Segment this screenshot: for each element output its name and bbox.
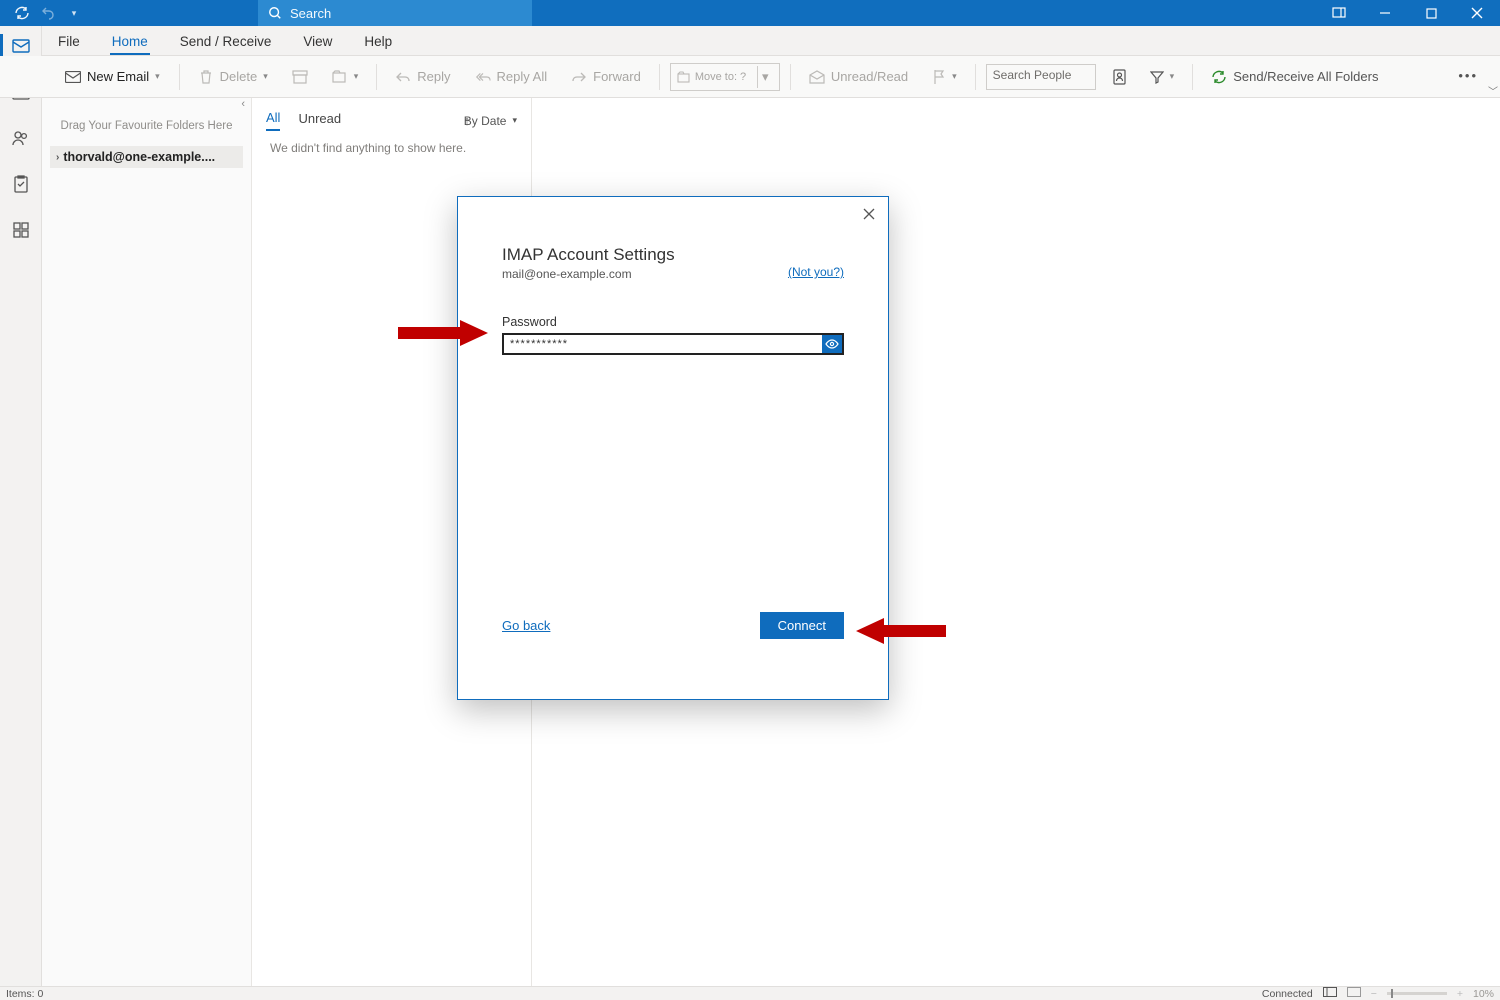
send-receive-all-button[interactable]: Send/Receive All Folders xyxy=(1203,65,1386,89)
zoom-in-button[interactable]: + xyxy=(1457,988,1463,1000)
left-nav-rail xyxy=(0,26,42,986)
zoom-out-button[interactable]: − xyxy=(1371,988,1377,1000)
global-search[interactable]: Search xyxy=(258,0,532,26)
reply-all-icon xyxy=(475,69,491,85)
zoom-slider[interactable] xyxy=(1387,992,1447,995)
forward-label: Forward xyxy=(593,69,641,84)
flag-button[interactable]: ▾ xyxy=(924,65,965,89)
menu-bar: File Home Send / Receive View Help xyxy=(0,26,1500,56)
password-input[interactable] xyxy=(504,335,822,353)
folder-pane: ‹ Drag Your Favourite Folders Here › tho… xyxy=(42,98,252,986)
unread-read-label: Unread/Read xyxy=(831,69,908,84)
reply-all-button[interactable]: Reply All xyxy=(467,65,556,89)
sync-icon[interactable] xyxy=(14,5,30,21)
search-people-placeholder: Search People xyxy=(993,68,1072,82)
rail-tasks[interactable] xyxy=(7,170,35,198)
forward-button[interactable]: Forward xyxy=(563,65,649,89)
password-field-wrap xyxy=(502,333,844,355)
favorites-hint: Drag Your Favourite Folders Here xyxy=(42,110,251,142)
delete-label: Delete xyxy=(220,69,258,84)
ribbon-overflow-button[interactable]: ••• xyxy=(1458,68,1478,83)
archive-button[interactable] xyxy=(284,66,316,88)
tab-all[interactable]: All xyxy=(266,110,280,131)
reply-icon xyxy=(395,69,411,85)
filter-button[interactable]: ▾ xyxy=(1142,66,1183,88)
dialog-title: IMAP Account Settings xyxy=(502,245,844,265)
status-connected: Connected xyxy=(1262,988,1313,1000)
view-reading-icon[interactable] xyxy=(1347,987,1361,1000)
menu-view[interactable]: View xyxy=(301,28,334,55)
envelope-open-icon xyxy=(809,69,825,85)
quick-access-dropdown-icon[interactable]: ▾ xyxy=(66,5,82,21)
collapse-ribbon-button[interactable]: ﹀ xyxy=(1488,83,1498,98)
collapse-folder-pane[interactable]: ‹ xyxy=(42,98,251,110)
undo-icon[interactable] xyxy=(40,5,56,21)
close-button[interactable] xyxy=(1454,0,1500,26)
new-email-label: New Email xyxy=(87,69,149,84)
search-placeholder: Search xyxy=(290,6,331,21)
chevron-down-icon: ▾ xyxy=(1170,71,1175,82)
chevron-down-icon: ▾ xyxy=(952,71,957,82)
not-you-link[interactable]: (Not you?) xyxy=(788,265,844,279)
account-node[interactable]: › thorvald@one-example.... xyxy=(50,146,243,168)
chevron-down-icon: ▾ xyxy=(155,71,160,82)
unread-read-button[interactable]: Unread/Read xyxy=(801,65,916,89)
tab-unread[interactable]: Unread xyxy=(298,111,341,130)
empty-list-message: We didn't find anything to show here. xyxy=(266,131,517,165)
rail-people[interactable] xyxy=(7,124,35,152)
chevron-down-icon: ▾ xyxy=(263,71,268,82)
delete-button[interactable]: Delete ▾ xyxy=(190,65,276,89)
menu-help[interactable]: Help xyxy=(362,28,394,55)
account-label: thorvald@one-example.... xyxy=(63,150,215,164)
chevron-down-icon[interactable]: ▾ xyxy=(757,66,773,88)
imap-settings-dialog: IMAP Account Settings mail@one-example.c… xyxy=(457,196,889,700)
menu-home[interactable]: Home xyxy=(110,28,150,55)
mail-icon xyxy=(65,69,81,85)
reveal-password-button[interactable] xyxy=(822,335,842,353)
send-receive-all-label: Send/Receive All Folders xyxy=(1233,69,1378,84)
zoom-value: 10% xyxy=(1473,988,1494,1000)
title-bar: ▾ Search xyxy=(0,0,1500,26)
move-to-combo[interactable]: Move to: ? ▾ xyxy=(670,63,780,91)
move-button[interactable]: ▾ xyxy=(324,66,367,88)
status-bar: Items: 0 Connected − + 10% xyxy=(0,986,1500,1000)
menu-send-receive[interactable]: Send / Receive xyxy=(178,28,274,55)
ribbon-display-button[interactable] xyxy=(1316,0,1362,26)
chevron-right-icon: › xyxy=(56,152,59,163)
rail-more[interactable] xyxy=(7,216,35,244)
maximize-button[interactable] xyxy=(1408,0,1454,26)
new-email-button[interactable]: New Email ▾ xyxy=(56,64,169,90)
forward-icon xyxy=(571,69,587,85)
minimize-button[interactable] xyxy=(1362,0,1408,26)
chevron-down-icon: ▾ xyxy=(354,71,359,82)
go-back-link[interactable]: Go back xyxy=(502,618,550,633)
sync-green-icon xyxy=(1211,69,1227,85)
password-label: Password xyxy=(502,315,844,329)
menu-file[interactable]: File xyxy=(56,28,82,55)
trash-icon xyxy=(198,69,214,85)
chevron-down-icon: ▾ xyxy=(512,115,517,126)
view-normal-icon[interactable] xyxy=(1323,987,1337,1000)
sort-label: By Date xyxy=(464,114,507,128)
address-book-button[interactable] xyxy=(1104,65,1134,89)
reply-all-label: Reply All xyxy=(497,69,548,84)
move-to-label: Move to: ? xyxy=(695,71,746,83)
reply-button[interactable]: Reply xyxy=(387,65,458,89)
reply-label: Reply xyxy=(417,69,450,84)
ribbon: New Email ▾ Delete ▾ ▾ Reply Reply All F… xyxy=(0,56,1500,98)
connect-button[interactable]: Connect xyxy=(760,612,844,639)
search-people-input[interactable]: Search People xyxy=(986,64,1096,90)
sort-control[interactable]: By Date ▾ ↑ xyxy=(464,114,517,128)
dialog-close-button[interactable] xyxy=(860,205,878,223)
status-items: Items: 0 xyxy=(6,988,43,1000)
